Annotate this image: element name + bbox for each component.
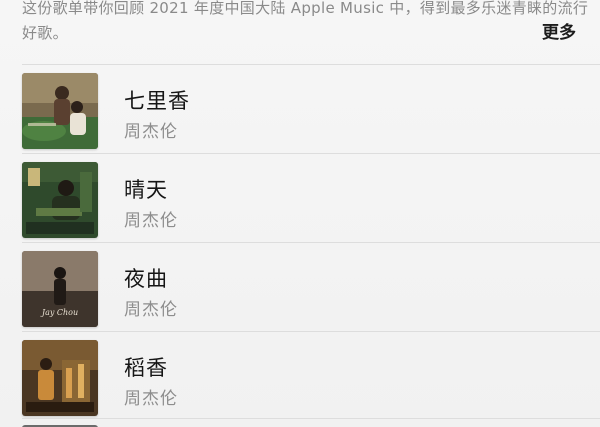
song-title: 稻香 [124, 356, 168, 380]
album-artwork[interactable]: Jay Chou [22, 251, 98, 327]
song-list: 七里香 周杰伦 晴天 周杰伦 Jay Chou 夜曲 周杰伦 稻香 周杰伦 [0, 64, 600, 420]
song-title: 夜曲 [124, 267, 168, 291]
album-artwork[interactable] [22, 162, 98, 238]
next-song-row-partial[interactable] [22, 418, 600, 427]
album-artwork[interactable] [22, 73, 98, 149]
song-artist: 周杰伦 [124, 122, 178, 142]
song-row[interactable]: 晴天 周杰伦 [22, 153, 600, 242]
song-row[interactable]: 七里香 周杰伦 [22, 64, 600, 153]
album-cover-image [22, 340, 98, 416]
album-cover-image [22, 162, 98, 238]
album-artwork[interactable] [22, 340, 98, 416]
song-title: 七里香 [124, 89, 190, 113]
song-row[interactable]: 稻香 周杰伦 [22, 331, 600, 420]
song-artist: 周杰伦 [124, 300, 178, 320]
description-line-1: 这份歌单带你回顾 2021 年度中国大陆 Apple Music 中，得到最多乐… [22, 0, 589, 17]
album-cover-image: Jay Chou [22, 251, 98, 327]
more-button[interactable]: 更多 [542, 18, 576, 43]
description-line-2: 好歌。 [22, 24, 68, 42]
song-row[interactable]: Jay Chou 夜曲 周杰伦 [22, 242, 600, 331]
cover-script-text: Jay Chou [40, 308, 78, 317]
album-cover-image [22, 73, 98, 149]
playlist-page: 这份歌单带你回顾 2021 年度中国大陆 Apple Music 中，得到最多乐… [0, 0, 600, 427]
song-title: 晴天 [124, 178, 168, 202]
playlist-description: 这份歌单带你回顾 2021 年度中国大陆 Apple Music 中，得到最多乐… [22, 0, 589, 46]
song-artist: 周杰伦 [124, 389, 178, 409]
song-artist: 周杰伦 [124, 211, 178, 231]
